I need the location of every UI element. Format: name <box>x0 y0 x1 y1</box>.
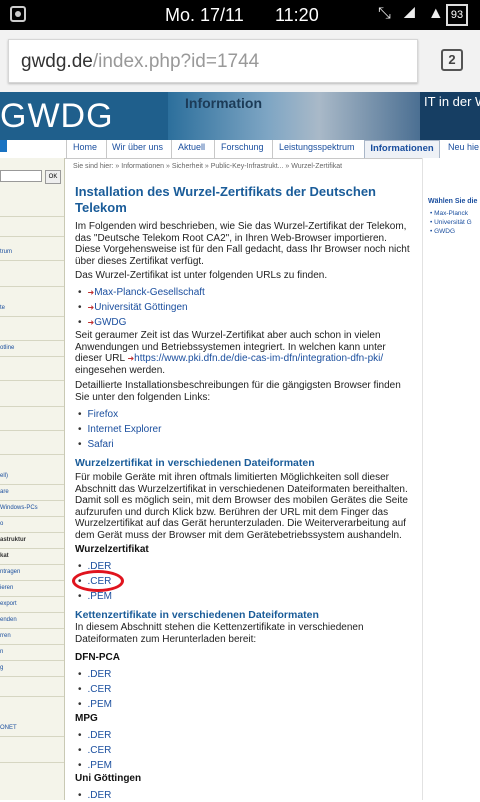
status-date: Mo. 17/11 <box>165 5 244 25</box>
breadcrumb[interactable]: Sie sind hier: » Informationen » Sicherh… <box>73 163 342 170</box>
root-pem-link[interactable]: .PEM <box>78 591 112 603</box>
nav-leistungsspektrum[interactable]: Leistungsspektrum <box>279 142 355 152</box>
integration-link[interactable]: https://www.pki.dfn.de/die-cas-im-dfn/in… <box>134 353 383 364</box>
page-title: Installation des Wurzel-Zertifikats der … <box>75 184 376 215</box>
sidebar-item[interactable]: are <box>0 484 64 501</box>
browser-link-safari[interactable]: Safari <box>78 439 114 451</box>
sidebar-item[interactable] <box>0 220 64 237</box>
sidebar-item[interactable]: rren <box>0 628 64 645</box>
status-time: 11:20 <box>275 5 319 25</box>
lock-icon <box>10 6 26 22</box>
uni-der-link[interactable]: .DER <box>78 790 112 802</box>
nav-separator <box>66 140 67 158</box>
url-link-mpg[interactable]: ➜Max-Planck-Gesellschaft <box>78 287 205 299</box>
right-link-uni[interactable]: • Universität G <box>430 219 472 226</box>
chain-heading: Kettenzertifikate in verschiedenen Datei… <box>75 609 319 621</box>
formats-text: Für mobile Geräte mit ihren oftmals limi… <box>75 472 408 541</box>
sidebar-item[interactable]: te <box>0 300 64 317</box>
nav-separator <box>214 140 215 158</box>
nav-separator <box>272 140 273 158</box>
sidebar-item[interactable] <box>0 270 64 287</box>
sidebar-search-input[interactable] <box>0 170 42 182</box>
browser-toolbar: gwdg.de/index.php?id=1744 2 <box>0 30 480 93</box>
browser-link-firefox[interactable]: Firefox <box>78 409 119 421</box>
browser-link-ie[interactable]: Internet Explorer <box>78 424 162 436</box>
right-link-mpg[interactable]: • Max-Planck <box>430 210 468 217</box>
mpg-cer-link[interactable]: .CER <box>78 745 112 757</box>
sidebar-item[interactable] <box>0 746 64 763</box>
url-host: gwdg.de <box>21 51 93 72</box>
right-column: Wählen Sie die • Max-Planck • Universitä… <box>422 158 480 800</box>
sidebar-item[interactable] <box>0 390 64 407</box>
browsers-intro-text: Detaillierte Installationsbeschreibungen… <box>75 380 401 403</box>
banner-tagline: IT in der W <box>424 94 480 109</box>
sidebar-item[interactable] <box>0 680 64 697</box>
formats-heading: Wurzelzertifikat in verschiedenen Dateif… <box>75 457 315 469</box>
main-nav: Home Wir über uns Aktuell Forschung Leis… <box>0 140 480 159</box>
sidebar-item[interactable]: ieren <box>0 580 64 597</box>
sidebar-item[interactable]: ntragen <box>0 564 64 581</box>
dfn-label: DFN-PCA <box>75 652 120 663</box>
sidebar-item[interactable]: ONET <box>0 720 64 737</box>
sidebar-item[interactable]: export <box>0 596 64 613</box>
mpg-der-link[interactable]: .DER <box>78 730 112 742</box>
url-link-gwdg[interactable]: ➜GWDG <box>78 317 127 329</box>
status-bar: Mo. 17/11 11:20 ⤡ ◢ ▲ 93 <box>0 0 480 30</box>
left-sidebar: OK trum te otline ell) are Windows-PCs o… <box>0 158 65 800</box>
uni-label: Uni Göttingen <box>75 773 142 784</box>
banner-info-label: Information <box>185 95 262 111</box>
gwdg-logo[interactable]: GWDG <box>0 97 114 136</box>
sidebar-item[interactable]: ell) <box>0 468 64 485</box>
nav-home[interactable]: Home <box>73 142 97 152</box>
highlight-circle <box>72 570 124 592</box>
site-banner: GWDG Information IT in der W <box>0 92 480 140</box>
urls-intro-text: Das Wurzel-Zertifikat ist unter folgende… <box>75 270 328 281</box>
sidebar-item[interactable]: otline <box>0 340 64 357</box>
sidebar-item[interactable] <box>0 438 64 455</box>
sidebar-item[interactable]: trum <box>0 244 64 261</box>
sidebar-item-infrastruktur[interactable]: astruktur <box>0 532 64 549</box>
mpg-label: MPG <box>75 713 98 724</box>
sidebar-item[interactable]: g <box>0 660 64 677</box>
nav-wir-ueber-uns[interactable]: Wir über uns <box>112 142 163 152</box>
address-bar[interactable]: gwdg.de/index.php?id=1744 <box>8 39 418 83</box>
sidebar-item[interactable]: Windows-PCs <box>0 500 64 517</box>
right-title: Wählen Sie die <box>428 198 478 205</box>
sidebar-item[interactable] <box>0 364 64 381</box>
integration-text: Seit geraumer Zeit ist das Wurzel-Zertif… <box>75 330 386 376</box>
banner-tagline-box: IT in der W <box>420 92 480 140</box>
sidebar-item[interactable] <box>0 324 64 341</box>
nav-aktuell[interactable]: Aktuell <box>178 142 205 152</box>
sidebar-item[interactable]: o <box>0 516 64 533</box>
sidebar-item[interactable]: n <box>0 644 64 661</box>
sidebar-item[interactable] <box>0 414 64 431</box>
sidebar-item-zertifikat[interactable]: kat <box>0 548 64 565</box>
nav-separator <box>171 140 172 158</box>
intro-text: Im Folgenden wird beschrieben, wie Sie d… <box>75 221 410 267</box>
dfn-cer-link[interactable]: .CER <box>78 684 112 696</box>
chain-text: In diesem Abschnitt stehen die Kettenzer… <box>75 622 364 645</box>
nav-forschung[interactable]: Forschung <box>221 142 264 152</box>
dfn-der-link[interactable]: .DER <box>78 669 112 681</box>
root-cert-label: Wurzelzertifikat <box>75 544 149 555</box>
sidebar-item[interactable]: enden <box>0 612 64 629</box>
signal-wifi-icons: ⤡ ◢ ▲ <box>378 5 448 22</box>
nav-accent <box>0 140 7 152</box>
mpg-pem-link[interactable]: .PEM <box>78 760 112 772</box>
dfn-pem-link[interactable]: .PEM <box>78 699 112 711</box>
nav-informationen[interactable]: Informationen <box>364 140 440 158</box>
sidebar-item[interactable] <box>0 200 64 217</box>
sidebar-search-button[interactable]: OK <box>45 170 61 184</box>
battery-icon: 93 <box>446 4 468 26</box>
url-link-uni[interactable]: ➜Universität Göttingen <box>78 302 188 314</box>
right-link-gwdg[interactable]: • GWDG <box>430 228 455 235</box>
nav-separator <box>106 140 107 158</box>
url-path: /index.php?id=1744 <box>92 51 260 72</box>
tabs-button[interactable]: 2 <box>441 49 463 71</box>
nav-neu-hier[interactable]: Neu hie <box>448 142 479 152</box>
